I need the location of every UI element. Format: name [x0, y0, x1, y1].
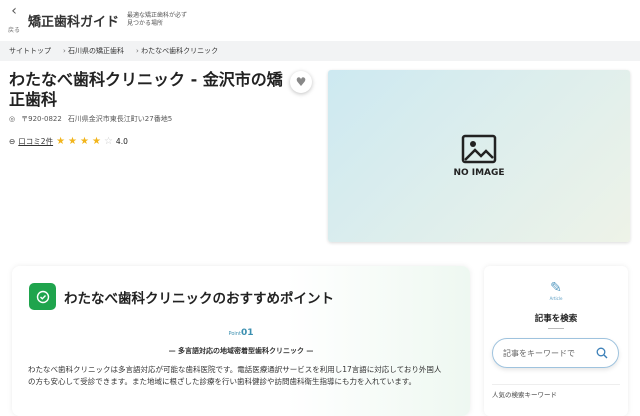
point-body: わたなべ歯科クリニックは多言語対応が可能な歯科医院です。電話医療通訳サービスを利…: [28, 365, 442, 386]
reviews-link[interactable]: 口コミ2件: [18, 136, 53, 147]
search-icon[interactable]: [596, 347, 608, 359]
article-search-panel: ✎Article 記事を検索 人気の検索キーワード: [484, 266, 628, 416]
heart-icon: ♥: [295, 75, 307, 89]
recommend-card: わたなべ歯科クリニックのおすすめポイント Point01 — 多言語対応の地域密…: [12, 266, 470, 416]
page-title: わたなべ歯科クリニック - 金沢市の矯正歯科: [9, 70, 283, 109]
point-title: — 多言語対応の地域密着型歯科クリニック —: [168, 347, 314, 355]
search-heading: 記事を検索: [534, 314, 578, 324]
tagline: 最適な矯正歯科が必ず見つかる場所: [127, 12, 188, 27]
image-icon: [461, 134, 497, 164]
location-pin-icon: ◎: [9, 115, 16, 123]
article-logo: ✎ Article: [484, 280, 628, 301]
breadcrumb-current: わたなべ歯科クリニック: [141, 47, 219, 55]
popular-keywords-label: 人気の検索キーワード: [492, 384, 620, 399]
breadcrumb-prefecture[interactable]: 石川県の矯正歯科: [68, 47, 124, 55]
recommend-heading: わたなべ歯科クリニックのおすすめポイント: [64, 291, 334, 307]
header: ‹ 戻る 矯正歯科ガイド 最適な矯正歯科が必ず見つかる場所: [0, 0, 640, 40]
clinic-image-placeholder: NO IMAGE: [328, 70, 630, 242]
rating: ⊖ 口コミ2件 ★ ★ ★ ★ ☆ 4.0: [9, 136, 128, 147]
address: ◎ 〒920-0822 石川県金沢市東長江町い27番地5: [9, 115, 173, 123]
chevron-left-icon: ‹: [11, 2, 17, 19]
rating-value: 4.0: [115, 137, 128, 146]
star-empty-icon: ☆: [103, 136, 113, 147]
pen-icon: ✎: [550, 280, 562, 296]
site-logo[interactable]: 矯正歯科ガイド: [28, 11, 119, 30]
breadcrumb-top[interactable]: サイトトップ: [9, 46, 51, 56]
back-button[interactable]: ‹ 戻る: [0, 2, 28, 36]
star-icon: ★: [68, 136, 78, 147]
star-icon: ★: [91, 136, 101, 147]
article-search-box: [492, 338, 619, 368]
favorite-button[interactable]: ♥: [290, 71, 312, 93]
comment-icon: ⊖: [9, 137, 16, 146]
breadcrumb: サイトトップ › 石川県の矯正歯科 › わたなべ歯科クリニック: [0, 41, 640, 61]
divider: [548, 328, 564, 329]
check-circle-icon: [29, 283, 56, 310]
star-icon: ★: [56, 136, 66, 147]
search-input[interactable]: [503, 348, 588, 358]
point-number: Point01: [228, 328, 254, 338]
star-icon: ★: [80, 136, 89, 147]
